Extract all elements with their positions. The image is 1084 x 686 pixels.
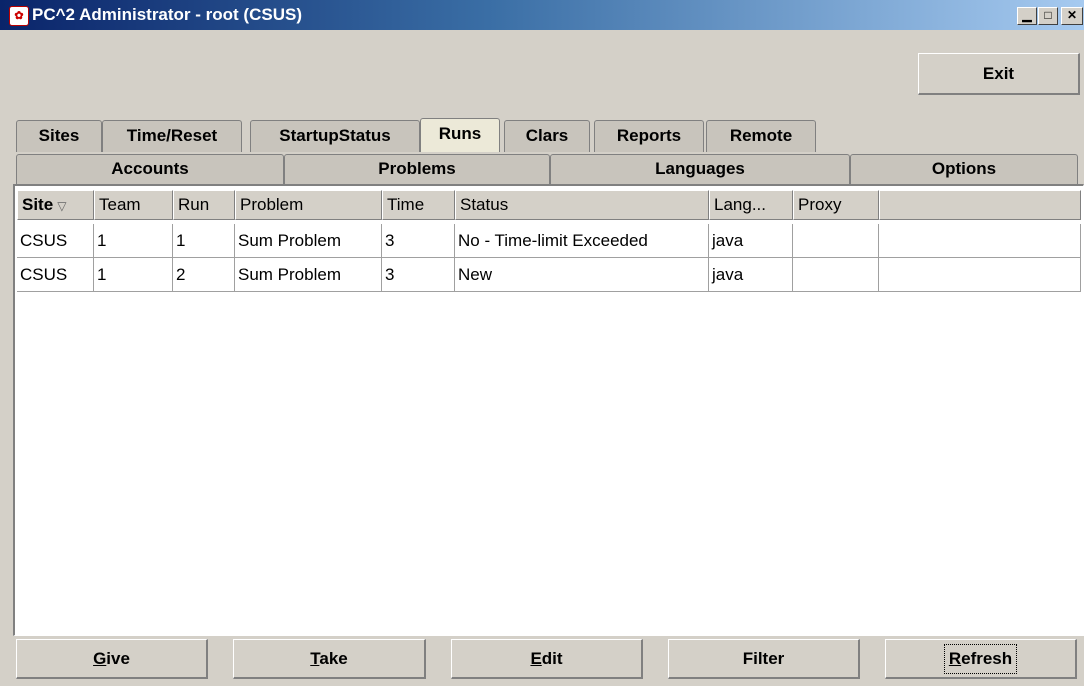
cell-blank [879,258,1081,292]
tab-startup-status[interactable]: StartupStatus [250,120,420,152]
tab-runs[interactable]: Runs [420,118,500,152]
table-header: Site ▽ Team Run Problem Time Status Lang.… [17,190,1081,220]
column-header-problem[interactable]: Problem [235,190,382,220]
exit-button[interactable]: Exit [918,53,1080,95]
cell-status: No - Time-limit Exceeded [455,224,709,258]
column-header-site[interactable]: Site ▽ [17,190,94,220]
cell-language: java [709,224,793,258]
cell-problem: Sum Problem [235,258,382,292]
cell-site: CSUS [17,224,94,258]
cell-problem: Sum Problem [235,224,382,258]
tab-accounts[interactable]: Accounts [16,154,284,184]
tab-sites[interactable]: Sites [16,120,102,152]
tab-reports[interactable]: Reports [594,120,704,152]
tab-languages[interactable]: Languages [550,154,850,184]
maximize-icon[interactable]: □ [1038,7,1058,25]
cell-run: 1 [173,224,235,258]
action-bar: Give Take Edit Filter Refresh [13,636,1084,686]
tab-time-reset[interactable]: Time/Reset [102,120,242,152]
column-header-status[interactable]: Status [455,190,709,220]
pc2-app-icon[interactable]: ✿ [9,6,29,26]
table-row[interactable]: CSUS 1 1 Sum Problem 3 No - Time-limit E… [17,224,1081,258]
column-header-proxy[interactable]: Proxy [793,190,879,220]
edit-button[interactable]: Edit [451,639,643,679]
filter-button[interactable]: Filter [668,639,860,679]
minimize-icon[interactable]: ▁ [1017,7,1037,25]
cell-time: 3 [382,258,455,292]
column-header-time[interactable]: Time [382,190,455,220]
column-header-language[interactable]: Lang... [709,190,793,220]
cell-language: java [709,258,793,292]
title-bar[interactable]: ✿ PC^2 Administrator - root (CSUS) ▁ □ ✕ [0,0,1084,30]
column-header-blank[interactable] [879,190,1081,220]
cell-time: 3 [382,224,455,258]
take-button[interactable]: Take [233,639,426,679]
tab-problems[interactable]: Problems [284,154,550,184]
cell-proxy [793,224,879,258]
sort-descending-icon: ▽ [57,199,67,213]
cell-blank [879,224,1081,258]
runs-table[interactable]: Site ▽ Team Run Problem Time Status Lang.… [13,184,1084,636]
tab-remote[interactable]: Remote [706,120,816,152]
cell-run: 2 [173,258,235,292]
cell-status: New [455,258,709,292]
cell-team: 1 [94,224,173,258]
tab-clars[interactable]: Clars [504,120,590,152]
column-header-run[interactable]: Run [173,190,235,220]
table-row[interactable]: CSUS 1 2 Sum Problem 3 New java [17,258,1081,292]
cell-site: CSUS [17,258,94,292]
cell-proxy [793,258,879,292]
cell-team: 1 [94,258,173,292]
give-button[interactable]: Give [16,639,208,679]
column-header-team[interactable]: Team [94,190,173,220]
tab-options[interactable]: Options [850,154,1078,184]
close-icon[interactable]: ✕ [1061,7,1083,25]
window-title: PC^2 Administrator - root (CSUS) [32,5,302,24]
refresh-button[interactable]: Refresh [885,639,1077,679]
